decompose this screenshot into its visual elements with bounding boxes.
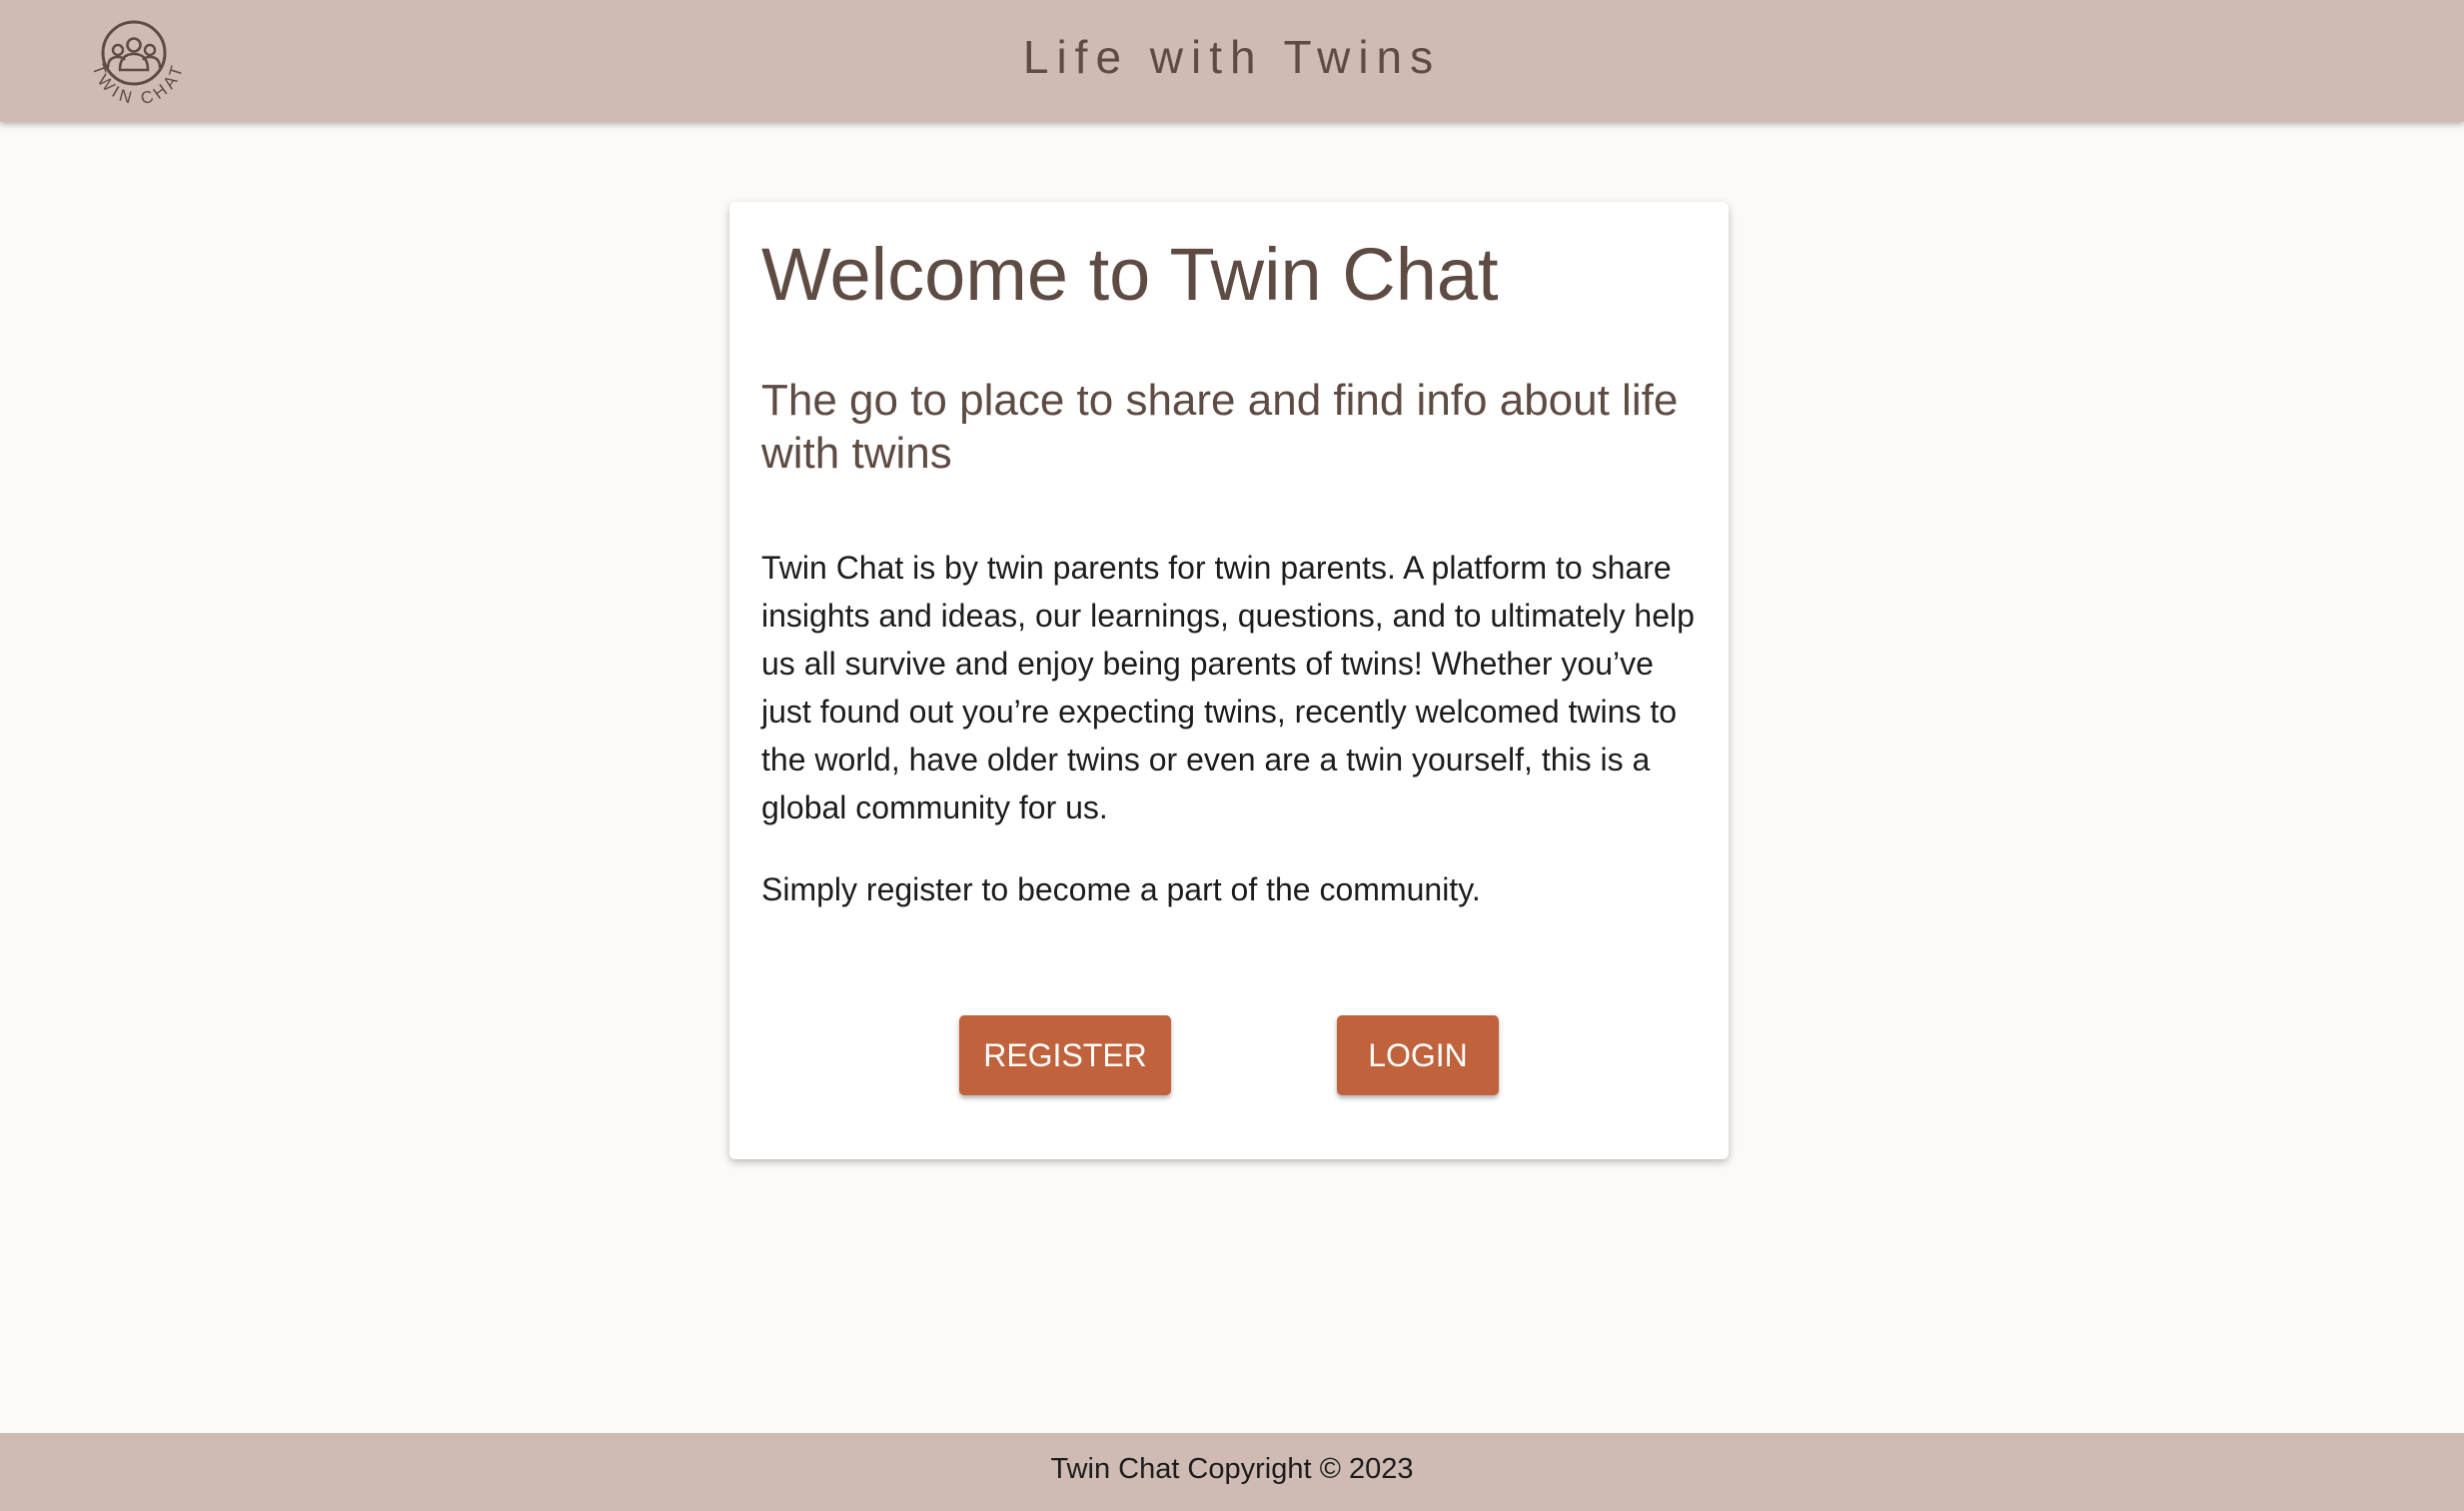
site-footer: Twin Chat Copyright © 2023 — [0, 1433, 2464, 1511]
register-prompt: Simply register to become a part of the … — [761, 871, 1481, 907]
welcome-card: Welcome to Twin Chat The go to place to … — [729, 202, 1729, 1159]
site-header: TWIN CHAT Life with Twins — [0, 0, 2464, 122]
page-title: Welcome to Twin Chat — [761, 233, 1499, 316]
register-button[interactable]: REGISTER — [959, 1015, 1171, 1095]
login-button[interactable]: LOGIN — [1337, 1015, 1499, 1095]
site-title: Life with Twins — [1022, 31, 1442, 83]
intro-paragraph: Twin Chat is by twin parents for twin pa… — [761, 550, 1695, 825]
copyright-text: Twin Chat Copyright © 2023 — [1050, 1453, 1414, 1485]
page-subtitle: The go to place to share and find info a… — [761, 376, 1679, 478]
